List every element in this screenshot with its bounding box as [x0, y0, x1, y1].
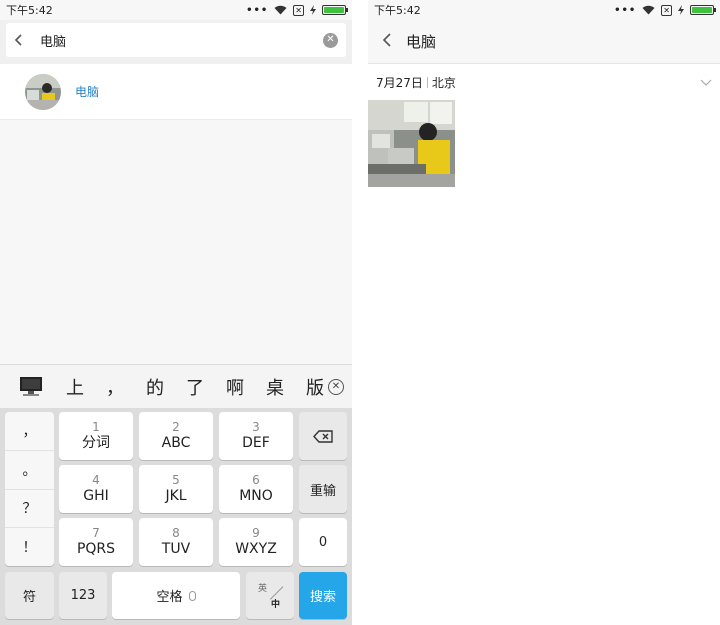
search-box: ✕ [6, 23, 346, 57]
symbol-label: 符 [22, 590, 36, 605]
punctuation-key[interactable]: ？ [5, 490, 54, 529]
punctuation-key[interactable]: ！ [5, 528, 54, 566]
key-number: 6 [252, 473, 260, 487]
symbol-key[interactable]: 符 [5, 572, 54, 619]
key-0[interactable]: 0 [299, 518, 347, 566]
candidate-word[interactable]: 版 [306, 374, 324, 400]
key-number: 1 [92, 420, 100, 434]
key-6[interactable]: 6 MNO [219, 465, 293, 513]
screen-divider [352, 0, 368, 625]
title-bar: 电脑 [368, 20, 720, 64]
key-7[interactable]: 7 PQRS [59, 518, 133, 566]
key-number: 2 [172, 420, 180, 434]
candidate-word[interactable]: 的 [146, 374, 164, 400]
date-group-header[interactable]: 7月27日 北京 [368, 64, 720, 100]
key-number: 8 [172, 526, 180, 540]
key-4[interactable]: 4 GHI [59, 465, 133, 513]
search-bar: ✕ [0, 20, 352, 64]
candidate-word[interactable]: ， [106, 374, 124, 400]
candidate-word[interactable]: 桌 [266, 374, 284, 400]
number-mode-label: 123 [70, 588, 96, 603]
back-arrow-icon[interactable] [14, 31, 36, 50]
number-mode-key[interactable]: 123 [59, 572, 107, 619]
key-5[interactable]: 5 JKL [139, 465, 213, 513]
status-bar: 下午5:42 ••• ✕ [0, 0, 352, 20]
backspace-key[interactable] [299, 412, 347, 460]
sim-off-icon: ✕ [293, 4, 304, 16]
key-letters: WXYZ [235, 541, 277, 557]
punctuation-key[interactable]: ， [5, 412, 54, 451]
computer-emoji-icon[interactable] [18, 376, 44, 398]
page-title: 电脑 [406, 33, 437, 51]
status-bar: 下午5:42 ••• ✕ [368, 0, 720, 20]
wifi-icon [642, 5, 655, 15]
language-english-label: 英 [258, 584, 268, 594]
photo-thumbnail[interactable] [368, 100, 455, 187]
charging-icon [310, 5, 316, 15]
microphone-icon [188, 590, 196, 601]
result-avatar [25, 73, 61, 110]
key-number: 9 [252, 526, 260, 540]
candidate-word[interactable]: 了 [186, 374, 204, 400]
key-8[interactable]: 8 TUV [139, 518, 213, 566]
key-letters: 分词 [82, 435, 110, 451]
search-input[interactable] [36, 32, 323, 48]
charging-icon [678, 5, 684, 15]
punctuation-column: ， 。 ？ ！ [5, 412, 54, 566]
space-label: 空格 [156, 590, 183, 605]
key-2[interactable]: 2 ABC [139, 412, 213, 460]
key-3[interactable]: 3 DEF [219, 412, 293, 460]
result-label: 电脑 [75, 85, 100, 99]
search-key-label: 搜索 [309, 590, 336, 605]
key-number: 4 [92, 473, 100, 487]
candidate-word[interactable]: 上 [66, 374, 84, 400]
sim-off-icon: ✕ [661, 4, 672, 16]
key-letters: PQRS [76, 541, 116, 557]
date-label: 7月27日 [376, 75, 423, 90]
search-result-item[interactable]: 电脑 [0, 64, 352, 120]
key-letters: ABC [161, 435, 191, 451]
key-letters: GHI [83, 488, 109, 504]
candidate-word[interactable]: 啊 [226, 374, 244, 400]
album-screen: 下午5:42 ••• ✕ 电脑 7月27日 北京 [368, 0, 720, 625]
battery-icon [322, 5, 348, 15]
status-time: 下午5:42 [6, 4, 53, 17]
key-1[interactable]: 1 分词 [59, 412, 133, 460]
key-9[interactable]: 9 WXYZ [219, 518, 293, 566]
keyboard: ， 。 ？ ！ 1 分词 2 ABC 3 DEF 4 GHI 5 JKL 6 M… [0, 408, 352, 625]
location-label: 北京 [431, 75, 456, 90]
reenter-label: 重输 [309, 483, 336, 499]
candidate-bar: 上 ， 的 了 啊 桌 版 ✕ [0, 364, 352, 408]
wifi-icon [274, 5, 287, 15]
close-candidates-icon[interactable]: ✕ [328, 378, 344, 395]
key-number: 5 [172, 473, 180, 487]
space-key[interactable]: 空格 [112, 572, 240, 619]
key-number: 7 [92, 526, 100, 540]
search-key[interactable]: 搜索 [299, 572, 347, 619]
key-letters: MNO [239, 488, 273, 504]
search-screen: 下午5:42 ••• ✕ ✕ [0, 0, 352, 625]
notification-dots-icon: ••• [246, 4, 269, 16]
key-letters: TUV [161, 541, 191, 557]
key-zero-label: 0 [318, 534, 328, 550]
punctuation-key[interactable]: 。 [5, 451, 54, 490]
backspace-icon [313, 429, 333, 443]
key-number: 3 [252, 420, 260, 434]
clear-icon[interactable]: ✕ [323, 32, 338, 48]
reenter-key[interactable]: 重输 [299, 465, 347, 513]
status-time: 下午5:42 [374, 4, 421, 17]
key-letters: DEF [242, 435, 270, 451]
chevron-down-icon[interactable] [700, 75, 712, 89]
date-separator [426, 76, 428, 88]
language-switch-key[interactable]: 英 中 [246, 572, 294, 619]
notification-dots-icon: ••• [614, 4, 637, 16]
key-letters: JKL [165, 488, 187, 504]
back-arrow-icon[interactable] [382, 31, 392, 52]
language-chinese-label: 中 [270, 600, 280, 610]
battery-icon [690, 5, 716, 15]
